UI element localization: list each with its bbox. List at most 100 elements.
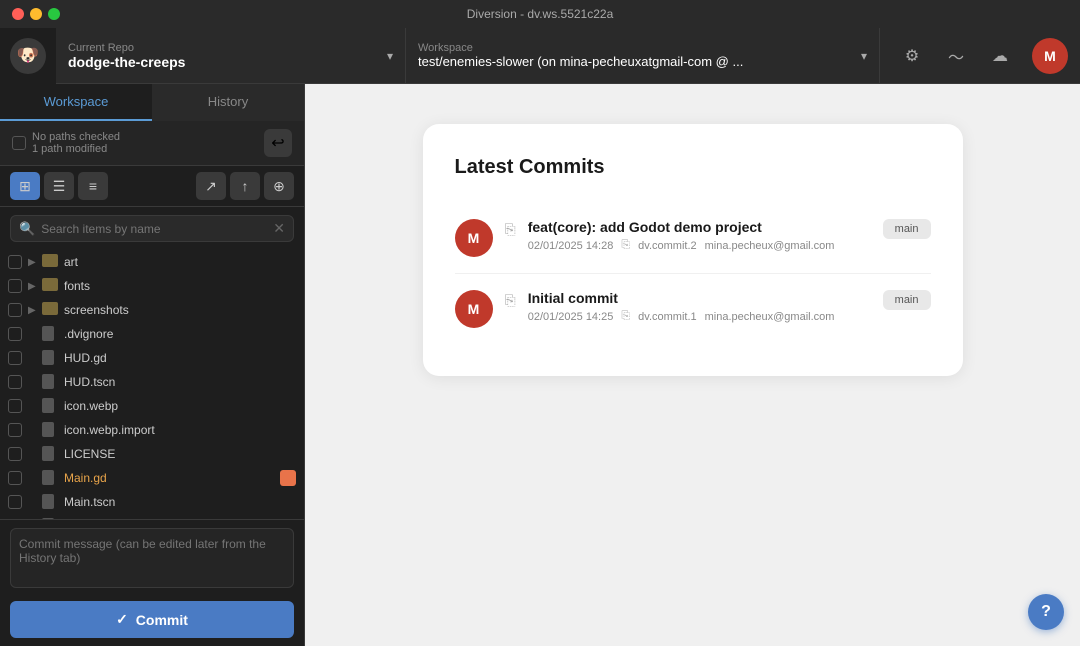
commit-entry: M ⎘ feat(core): add Godot demo project 0… [455, 203, 931, 274]
toolbar-right: ↗ ↑ ⊕ [196, 172, 294, 200]
item-checkbox[interactable] [8, 471, 22, 485]
list-view-button[interactable]: ☰ [44, 172, 74, 200]
commit-message-input[interactable] [10, 528, 294, 588]
all-files-checkbox[interactable] [12, 136, 26, 150]
file-icon [42, 422, 58, 438]
repo-dropdown-icon[interactable]: ▾ [387, 49, 393, 63]
item-checkbox[interactable] [8, 351, 22, 365]
modified-badge [280, 470, 296, 486]
item-checkbox[interactable] [8, 279, 22, 293]
connect-button[interactable]: ⊕ [264, 172, 294, 200]
commit-date: 02/01/2025 14:25 [528, 311, 614, 323]
item-name: LICENSE [64, 447, 296, 461]
file-icon [42, 494, 58, 510]
list-item[interactable]: HUD.tscn [0, 370, 304, 394]
list-item[interactable]: ▶ fonts [0, 274, 304, 298]
item-checkbox[interactable] [8, 375, 22, 389]
logo-icon: 🐶 [10, 38, 46, 74]
item-name: screenshots [64, 303, 296, 317]
commit-email: mina.pecheux@gmail.com [705, 240, 835, 252]
item-name-modified: Main.gd [64, 471, 276, 485]
list-item[interactable]: ▶ screenshots [0, 298, 304, 322]
item-checkbox[interactable] [8, 303, 22, 317]
export-icon: ↗ [205, 178, 217, 195]
help-button[interactable]: ? [1028, 594, 1064, 630]
analytics-button[interactable]: 〜 [936, 36, 976, 76]
commit-hash: dv.commit.2 [638, 240, 696, 252]
item-name: icon.webp.import [64, 423, 296, 437]
sidebar: Workspace History No paths checked 1 pat… [0, 84, 305, 646]
search-input[interactable] [41, 222, 273, 236]
revert-button[interactable]: ↩ [264, 129, 292, 157]
grid-view-icon: ⊞ [19, 178, 31, 195]
commit-hash: dv.commit.1 [638, 311, 696, 323]
item-checkbox[interactable] [8, 447, 22, 461]
header-actions: ⚙ 〜 ☁ M [880, 36, 1080, 76]
commit-message: Initial commit [528, 290, 871, 306]
commit-branch-tag[interactable]: main [883, 219, 931, 239]
item-checkbox[interactable] [8, 423, 22, 437]
hash-icon: ⎘ [621, 310, 630, 323]
file-icon [42, 350, 58, 366]
commit-button[interactable]: ✓ Commit [10, 601, 294, 638]
commit-author-avatar: M [455, 219, 493, 257]
search-bar: 🔍 ✕ [10, 215, 294, 242]
copy-icon[interactable]: ⎘ [505, 292, 516, 309]
repo-name: dodge-the-creeps [68, 54, 379, 70]
status-line1: No paths checked [32, 131, 264, 143]
cloud-icon: ☁ [992, 46, 1008, 66]
chevron-right-icon: ▶ [28, 305, 38, 316]
repo-label: Current Repo [68, 42, 379, 54]
item-checkbox[interactable] [8, 399, 22, 413]
item-name: HUD.tscn [64, 375, 296, 389]
tab-workspace[interactable]: Workspace [0, 84, 152, 121]
main-content: Latest Commits M ⎘ feat(core): add Godot… [305, 84, 1080, 646]
search-clear-button[interactable]: ✕ [273, 220, 285, 237]
item-checkbox[interactable] [8, 327, 22, 341]
tab-history[interactable]: History [152, 84, 304, 121]
close-button[interactable] [12, 8, 24, 20]
commits-card: Latest Commits M ⎘ feat(core): add Godot… [423, 124, 963, 376]
list-item[interactable]: Main.tscn [0, 490, 304, 514]
file-icon [42, 470, 58, 486]
commit-date: 02/01/2025 14:28 [528, 240, 614, 252]
detail-view-button[interactable]: ≡ [78, 172, 108, 200]
item-checkbox[interactable] [8, 255, 22, 269]
list-item[interactable]: icon.webp [0, 394, 304, 418]
upload-button[interactable]: ↑ [230, 172, 260, 200]
item-name: Main.tscn [64, 495, 296, 509]
copy-icon[interactable]: ⎘ [505, 221, 516, 238]
upload-icon: ↑ [242, 178, 249, 194]
commit-email: mina.pecheux@gmail.com [705, 311, 835, 323]
commit-branch-tag[interactable]: main [883, 290, 931, 310]
list-item[interactable]: Main.gd [0, 466, 304, 490]
item-name: HUD.gd [64, 351, 296, 365]
minimize-button[interactable] [30, 8, 42, 20]
item-checkbox[interactable] [8, 495, 22, 509]
list-item[interactable]: HUD.gd [0, 346, 304, 370]
hash-icon: ⎘ [621, 239, 630, 252]
app-logo: 🐶 [0, 28, 56, 84]
item-name: art [64, 255, 296, 269]
folder-icon [42, 254, 58, 270]
status-bar: No paths checked 1 path modified ↩ [0, 121, 304, 166]
grid-view-button[interactable]: ⊞ [10, 172, 40, 200]
list-item[interactable]: icon.webp.import [0, 418, 304, 442]
commit-area: ✓ Commit [0, 519, 304, 646]
list-item[interactable]: .dvignore [0, 322, 304, 346]
file-list: ▶ art ▶ fonts ▶ screenshots .dvigno [0, 250, 304, 519]
item-name: icon.webp [64, 399, 296, 413]
user-avatar[interactable]: M [1032, 38, 1068, 74]
maximize-button[interactable] [48, 8, 60, 20]
list-item[interactable]: ▶ art [0, 250, 304, 274]
repo-section[interactable]: Current Repo dodge-the-creeps ▾ [56, 28, 406, 83]
file-icon [42, 374, 58, 390]
export-button[interactable]: ↗ [196, 172, 226, 200]
cloud-button[interactable]: ☁ [980, 36, 1020, 76]
workspace-section[interactable]: Workspace test/enemies-slower (on mina-p… [406, 28, 880, 83]
workspace-dropdown-icon[interactable]: ▾ [861, 49, 867, 63]
commit-details: Initial commit 02/01/2025 14:25 ⎘ dv.com… [528, 290, 871, 323]
settings-button[interactable]: ⚙ [892, 36, 932, 76]
main-layout: Workspace History No paths checked 1 pat… [0, 84, 1080, 646]
list-item[interactable]: LICENSE [0, 442, 304, 466]
